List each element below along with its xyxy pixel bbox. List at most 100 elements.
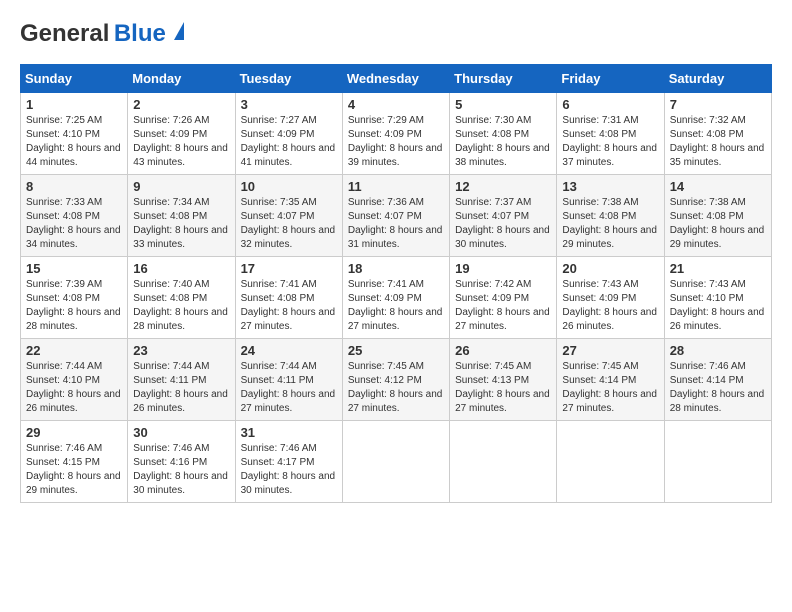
day-number: 17 — [241, 261, 337, 276]
day-detail: Sunrise: 7:38 AM Sunset: 4:08 PM Dayligh… — [562, 196, 658, 252]
day-cell-17: 17 Sunrise: 7:41 AM Sunset: 4:08 PM Dayl… — [235, 257, 342, 339]
day-number: 5 — [455, 97, 551, 112]
day-cell-4: 4 Sunrise: 7:29 AM Sunset: 4:09 PM Dayli… — [342, 93, 449, 175]
header-saturday: Saturday — [664, 65, 771, 93]
day-number: 9 — [133, 179, 229, 194]
day-detail: Sunrise: 7:32 AM Sunset: 4:08 PM Dayligh… — [670, 114, 766, 170]
day-cell-14: 14 Sunrise: 7:38 AM Sunset: 4:08 PM Dayl… — [664, 175, 771, 257]
day-detail: Sunrise: 7:37 AM Sunset: 4:07 PM Dayligh… — [455, 196, 551, 252]
day-detail: Sunrise: 7:31 AM Sunset: 4:08 PM Dayligh… — [562, 114, 658, 170]
day-detail: Sunrise: 7:36 AM Sunset: 4:07 PM Dayligh… — [348, 196, 444, 252]
day-cell-12: 12 Sunrise: 7:37 AM Sunset: 4:07 PM Dayl… — [450, 175, 557, 257]
day-number: 30 — [133, 425, 229, 440]
day-number: 2 — [133, 97, 229, 112]
day-number: 16 — [133, 261, 229, 276]
day-detail: Sunrise: 7:39 AM Sunset: 4:08 PM Dayligh… — [26, 278, 122, 334]
day-cell-22: 22 Sunrise: 7:44 AM Sunset: 4:10 PM Dayl… — [21, 339, 128, 421]
day-cell-24: 24 Sunrise: 7:44 AM Sunset: 4:11 PM Dayl… — [235, 339, 342, 421]
calendar-week-row: 8 Sunrise: 7:33 AM Sunset: 4:08 PM Dayli… — [21, 175, 772, 257]
day-detail: Sunrise: 7:34 AM Sunset: 4:08 PM Dayligh… — [133, 196, 229, 252]
day-number: 15 — [26, 261, 122, 276]
day-number: 21 — [670, 261, 766, 276]
day-number: 25 — [348, 343, 444, 358]
calendar-table: Sunday Monday Tuesday Wednesday Thursday… — [20, 64, 772, 503]
day-number: 24 — [241, 343, 337, 358]
day-cell-10: 10 Sunrise: 7:35 AM Sunset: 4:07 PM Dayl… — [235, 175, 342, 257]
day-cell-7: 7 Sunrise: 7:32 AM Sunset: 4:08 PM Dayli… — [664, 93, 771, 175]
day-detail: Sunrise: 7:45 AM Sunset: 4:13 PM Dayligh… — [455, 360, 551, 416]
day-detail: Sunrise: 7:46 AM Sunset: 4:16 PM Dayligh… — [133, 442, 229, 498]
day-number: 19 — [455, 261, 551, 276]
day-detail: Sunrise: 7:35 AM Sunset: 4:07 PM Dayligh… — [241, 196, 337, 252]
day-detail: Sunrise: 7:46 AM Sunset: 4:17 PM Dayligh… — [241, 442, 337, 498]
day-number: 22 — [26, 343, 122, 358]
day-cell-19: 19 Sunrise: 7:42 AM Sunset: 4:09 PM Dayl… — [450, 257, 557, 339]
day-cell-13: 13 Sunrise: 7:38 AM Sunset: 4:08 PM Dayl… — [557, 175, 664, 257]
day-number: 31 — [241, 425, 337, 440]
day-detail: Sunrise: 7:41 AM Sunset: 4:08 PM Dayligh… — [241, 278, 337, 334]
day-detail: Sunrise: 7:44 AM Sunset: 4:11 PM Dayligh… — [133, 360, 229, 416]
day-detail: Sunrise: 7:29 AM Sunset: 4:09 PM Dayligh… — [348, 114, 444, 170]
day-number: 8 — [26, 179, 122, 194]
day-number: 23 — [133, 343, 229, 358]
day-detail: Sunrise: 7:27 AM Sunset: 4:09 PM Dayligh… — [241, 114, 337, 170]
day-detail: Sunrise: 7:42 AM Sunset: 4:09 PM Dayligh… — [455, 278, 551, 334]
day-detail: Sunrise: 7:33 AM Sunset: 4:08 PM Dayligh… — [26, 196, 122, 252]
day-detail: Sunrise: 7:26 AM Sunset: 4:09 PM Dayligh… — [133, 114, 229, 170]
day-detail: Sunrise: 7:46 AM Sunset: 4:15 PM Dayligh… — [26, 442, 122, 498]
day-detail: Sunrise: 7:46 AM Sunset: 4:14 PM Dayligh… — [670, 360, 766, 416]
day-cell-16: 16 Sunrise: 7:40 AM Sunset: 4:08 PM Dayl… — [128, 257, 235, 339]
day-cell-26: 26 Sunrise: 7:45 AM Sunset: 4:13 PM Dayl… — [450, 339, 557, 421]
weekday-header-row: Sunday Monday Tuesday Wednesday Thursday… — [21, 65, 772, 93]
day-detail: Sunrise: 7:44 AM Sunset: 4:10 PM Dayligh… — [26, 360, 122, 416]
day-number: 6 — [562, 97, 658, 112]
logo-general: General — [20, 20, 109, 47]
day-number: 4 — [348, 97, 444, 112]
calendar-week-row: 1 Sunrise: 7:25 AM Sunset: 4:10 PM Dayli… — [21, 93, 772, 175]
day-cell-23: 23 Sunrise: 7:44 AM Sunset: 4:11 PM Dayl… — [128, 339, 235, 421]
day-number: 20 — [562, 261, 658, 276]
header-monday: Monday — [128, 65, 235, 93]
day-number: 12 — [455, 179, 551, 194]
logo-blue: Blue — [114, 20, 166, 47]
day-number: 7 — [670, 97, 766, 112]
day-detail: Sunrise: 7:45 AM Sunset: 4:14 PM Dayligh… — [562, 360, 658, 416]
header-sunday: Sunday — [21, 65, 128, 93]
calendar-week-row: 29 Sunrise: 7:46 AM Sunset: 4:15 PM Dayl… — [21, 421, 772, 503]
day-detail: Sunrise: 7:30 AM Sunset: 4:08 PM Dayligh… — [455, 114, 551, 170]
empty-cell — [557, 421, 664, 503]
day-number: 10 — [241, 179, 337, 194]
day-number: 18 — [348, 261, 444, 276]
day-cell-15: 15 Sunrise: 7:39 AM Sunset: 4:08 PM Dayl… — [21, 257, 128, 339]
day-number: 26 — [455, 343, 551, 358]
day-detail: Sunrise: 7:43 AM Sunset: 4:10 PM Dayligh… — [670, 278, 766, 334]
day-cell-21: 21 Sunrise: 7:43 AM Sunset: 4:10 PM Dayl… — [664, 257, 771, 339]
calendar-week-row: 22 Sunrise: 7:44 AM Sunset: 4:10 PM Dayl… — [21, 339, 772, 421]
header-friday: Friday — [557, 65, 664, 93]
day-number: 11 — [348, 179, 444, 194]
day-cell-18: 18 Sunrise: 7:41 AM Sunset: 4:09 PM Dayl… — [342, 257, 449, 339]
day-cell-8: 8 Sunrise: 7:33 AM Sunset: 4:08 PM Dayli… — [21, 175, 128, 257]
page-header: General Blue — [20, 20, 772, 48]
day-number: 29 — [26, 425, 122, 440]
day-cell-5: 5 Sunrise: 7:30 AM Sunset: 4:08 PM Dayli… — [450, 93, 557, 175]
day-detail: Sunrise: 7:43 AM Sunset: 4:09 PM Dayligh… — [562, 278, 658, 334]
day-cell-27: 27 Sunrise: 7:45 AM Sunset: 4:14 PM Dayl… — [557, 339, 664, 421]
header-tuesday: Tuesday — [235, 65, 342, 93]
day-cell-3: 3 Sunrise: 7:27 AM Sunset: 4:09 PM Dayli… — [235, 93, 342, 175]
day-cell-9: 9 Sunrise: 7:34 AM Sunset: 4:08 PM Dayli… — [128, 175, 235, 257]
day-cell-1: 1 Sunrise: 7:25 AM Sunset: 4:10 PM Dayli… — [21, 93, 128, 175]
day-number: 3 — [241, 97, 337, 112]
logo: General Blue — [20, 20, 166, 48]
day-number: 27 — [562, 343, 658, 358]
day-cell-30: 30 Sunrise: 7:46 AM Sunset: 4:16 PM Dayl… — [128, 421, 235, 503]
day-cell-2: 2 Sunrise: 7:26 AM Sunset: 4:09 PM Dayli… — [128, 93, 235, 175]
empty-cell — [450, 421, 557, 503]
header-thursday: Thursday — [450, 65, 557, 93]
day-number: 1 — [26, 97, 122, 112]
day-cell-31: 31 Sunrise: 7:46 AM Sunset: 4:17 PM Dayl… — [235, 421, 342, 503]
day-cell-20: 20 Sunrise: 7:43 AM Sunset: 4:09 PM Dayl… — [557, 257, 664, 339]
day-cell-6: 6 Sunrise: 7:31 AM Sunset: 4:08 PM Dayli… — [557, 93, 664, 175]
day-number: 28 — [670, 343, 766, 358]
day-detail: Sunrise: 7:40 AM Sunset: 4:08 PM Dayligh… — [133, 278, 229, 334]
